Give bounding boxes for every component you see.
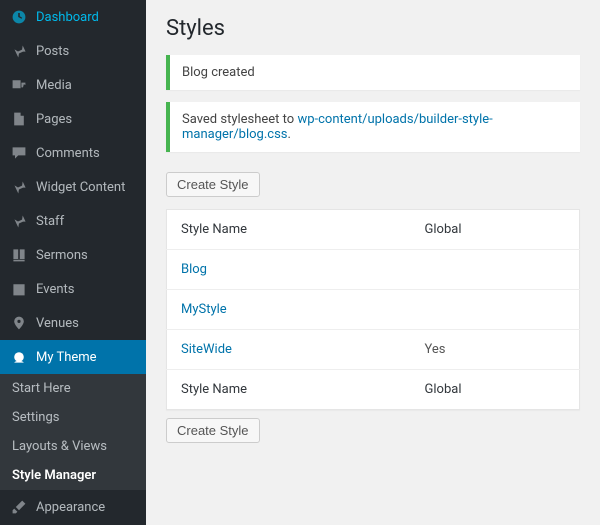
table-row: SiteWide Yes (167, 330, 580, 370)
sidebar-item-label: Media (36, 78, 72, 93)
submenu-layouts-views[interactable]: Layouts & Views (0, 432, 146, 461)
admin-sidebar: Dashboard Posts Media Pages Comments Wid… (0, 0, 146, 525)
sidebar-submenu: Start Here Settings Layouts & Views Styl… (0, 374, 146, 490)
sidebar-item-appearance[interactable]: Appearance (0, 490, 146, 524)
brush-icon (10, 498, 28, 516)
global-cell: Yes (411, 330, 580, 370)
sidebar-item-label: Posts (36, 44, 69, 59)
page-title: Styles (166, 16, 580, 41)
media-icon (10, 76, 28, 94)
notice-text: Blog created (182, 65, 255, 80)
sidebar-item-label: Venues (36, 316, 79, 331)
notice-prefix: Saved stylesheet to (182, 112, 297, 127)
sidebar-item-label: Dashboard (36, 10, 99, 25)
table-row: Blog (167, 250, 580, 290)
sidebar-item-my-theme[interactable]: My Theme (0, 340, 146, 374)
calendar-icon (10, 280, 28, 298)
sidebar-item-label: Events (36, 282, 74, 297)
global-cell (411, 290, 580, 330)
sidebar-item-label: My Theme (36, 350, 97, 365)
submenu-settings[interactable]: Settings (0, 403, 146, 432)
sidebar-item-posts[interactable]: Posts (0, 34, 146, 68)
notice-created: Blog created (166, 55, 580, 90)
style-link[interactable]: MyStyle (181, 302, 227, 317)
comment-icon (10, 144, 28, 162)
sidebar-item-widget-content[interactable]: Widget Content (0, 170, 146, 204)
sidebar-item-label: Widget Content (36, 180, 125, 195)
sidebar-item-label: Appearance (36, 500, 105, 515)
pin-icon (10, 212, 28, 230)
th-global: Global (411, 210, 580, 250)
styles-table: Style Name Global Blog MyStyle SiteWide … (166, 209, 580, 410)
notice-saved: Saved stylesheet to wp-content/uploads/b… (166, 102, 580, 152)
sidebar-item-label: Staff (36, 214, 64, 229)
notice-suffix: . (288, 127, 291, 142)
main-content: Styles Blog created Saved stylesheet to … (146, 0, 600, 525)
create-style-button-bottom[interactable]: Create Style (166, 418, 260, 443)
sidebar-item-media[interactable]: Media (0, 68, 146, 102)
global-cell (411, 250, 580, 290)
dashboard-icon (10, 8, 28, 26)
pin-icon (10, 178, 28, 196)
create-style-button-top[interactable]: Create Style (166, 172, 260, 197)
sidebar-item-sermons[interactable]: Sermons (0, 238, 146, 272)
sidebar-item-label: Pages (36, 112, 72, 127)
tf-global: Global (411, 370, 580, 410)
sidebar-item-events[interactable]: Events (0, 272, 146, 306)
th-style-name: Style Name (167, 210, 411, 250)
style-link[interactable]: Blog (181, 262, 207, 277)
submenu-start-here[interactable]: Start Here (0, 374, 146, 403)
table-row: MyStyle (167, 290, 580, 330)
sidebar-item-staff[interactable]: Staff (0, 204, 146, 238)
sidebar-item-label: Sermons (36, 248, 88, 263)
sidebar-item-comments[interactable]: Comments (0, 136, 146, 170)
sidebar-item-label: Comments (36, 146, 100, 161)
sidebar-item-venues[interactable]: Venues (0, 306, 146, 340)
sidebar-item-pages[interactable]: Pages (0, 102, 146, 136)
style-link[interactable]: SiteWide (181, 342, 232, 357)
page-icon (10, 110, 28, 128)
theme-icon (10, 348, 28, 366)
book-icon (10, 246, 28, 264)
sidebar-item-dashboard[interactable]: Dashboard (0, 0, 146, 34)
location-icon (10, 314, 28, 332)
tf-style-name: Style Name (167, 370, 411, 410)
pin-icon (10, 42, 28, 60)
submenu-style-manager[interactable]: Style Manager (0, 461, 146, 490)
